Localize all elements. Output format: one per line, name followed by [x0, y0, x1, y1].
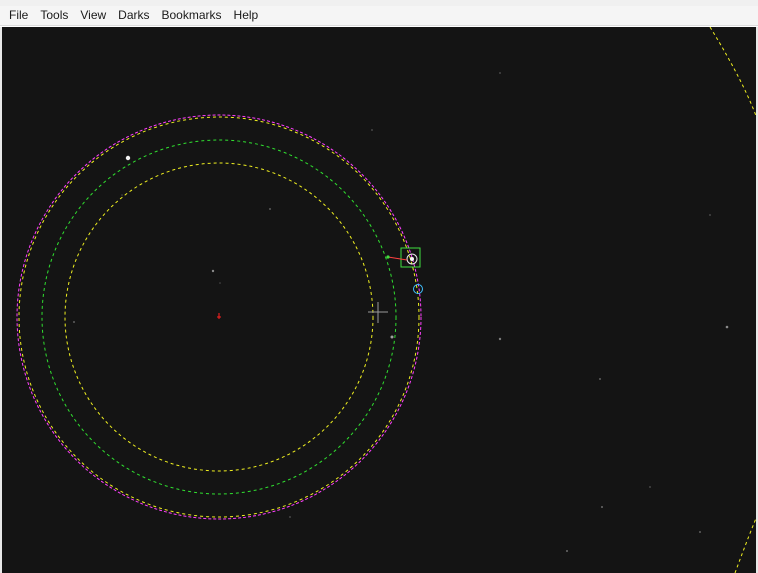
guide-star-target[interactable]	[386, 247, 421, 268]
star	[219, 282, 221, 284]
star	[121, 194, 123, 196]
star	[499, 72, 501, 74]
menu-bar: File Tools View Darks Bookmarks Help	[0, 0, 758, 26]
star	[73, 321, 75, 323]
center-mark-icon	[217, 313, 221, 319]
menu-darks[interactable]: Darks	[112, 6, 155, 25]
star	[289, 516, 291, 518]
menu-file[interactable]: File	[3, 6, 34, 25]
right-edge-ring-lower	[734, 517, 756, 573]
star	[709, 214, 711, 216]
star	[269, 208, 271, 210]
camera-image-view[interactable]	[2, 27, 756, 573]
star	[371, 129, 373, 131]
menu-tools[interactable]: Tools	[34, 6, 74, 25]
lock-position-circle	[413, 284, 423, 294]
menu-view[interactable]: View	[74, 6, 112, 25]
star	[125, 155, 131, 161]
star	[498, 337, 502, 341]
right-edge-ring	[709, 27, 756, 118]
star	[390, 335, 394, 339]
star	[649, 486, 651, 488]
menu-bookmarks[interactable]: Bookmarks	[156, 6, 228, 25]
star	[566, 550, 568, 552]
menu-help[interactable]: Help	[228, 6, 265, 25]
star-field	[73, 72, 729, 552]
star	[211, 269, 215, 273]
star	[599, 378, 601, 380]
star	[601, 506, 603, 508]
crosshair-icon	[368, 302, 388, 323]
star	[699, 531, 701, 533]
star	[725, 325, 729, 329]
overlay-canvas	[16, 27, 756, 573]
